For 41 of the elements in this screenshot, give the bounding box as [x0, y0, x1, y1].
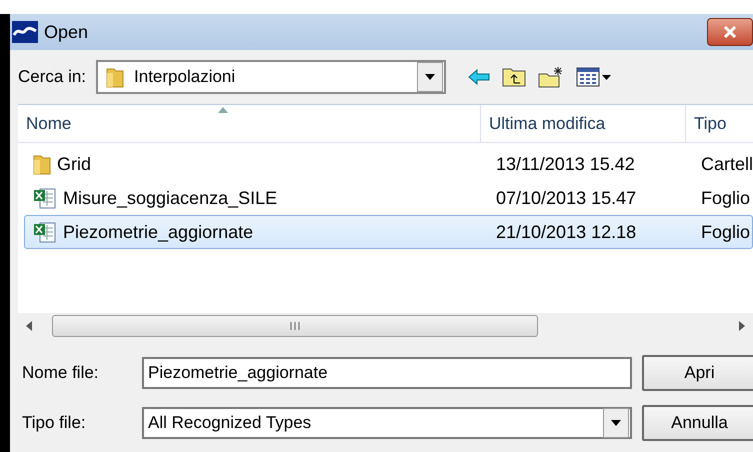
grip-icon [289, 322, 301, 330]
scroll-right-icon[interactable] [739, 321, 745, 331]
close-button[interactable] [707, 18, 753, 46]
file-type: Foglio [701, 222, 750, 242]
file-name-field[interactable]: Piezometrie_aggiornate [142, 357, 632, 389]
file-row[interactable]: Piezometrie_aggiornate 21/10/2013 12.18 Foglio [24, 215, 753, 249]
folder-icon [106, 66, 124, 88]
file-name-label: Nome file: [22, 363, 100, 383]
modified-date: 07/10/2013 15.47 [496, 188, 636, 208]
file-type-label: Tipo file: [22, 413, 87, 433]
window-title: Open [44, 22, 88, 42]
column-header[interactable]: Tipo [685, 105, 753, 142]
column-header[interactable]: Ultima modifica [480, 105, 685, 142]
modified-date: 21/10/2013 12.18 [496, 222, 636, 242]
spreadsheet-icon [33, 220, 57, 244]
cancel-button[interactable]: Annulla [642, 405, 753, 441]
look-in-dropdown[interactable]: Interpolazioni [96, 60, 446, 94]
caret-icon [611, 420, 621, 426]
view-menu-icon[interactable] [576, 67, 612, 87]
file-row[interactable]: Misure_soggiacenza_SILE 07/10/2013 15.47 Foglio [24, 181, 753, 215]
file-name: Grid [57, 154, 92, 174]
caret-icon [425, 74, 436, 80]
new-folder-icon[interactable] [538, 66, 564, 88]
look-in-label: Cerca in: [18, 67, 86, 87]
back-arrow-icon[interactable] [468, 69, 490, 85]
file-type: Foglio [701, 188, 750, 208]
file-name: Misure_soggiacenza_SILE [63, 188, 278, 208]
scroll-left-icon[interactable] [26, 321, 32, 331]
close-icon [723, 26, 737, 38]
column-header[interactable]: Nome [18, 105, 480, 142]
spreadsheet-icon [33, 186, 57, 210]
file-type-dropdown[interactable]: All Recognized Types [142, 407, 632, 439]
file-row[interactable]: Grid 13/11/2013 15.42 Cartell [24, 147, 753, 181]
up-folder-icon[interactable] [502, 67, 526, 87]
scrollbar-thumb[interactable] [52, 315, 538, 337]
app-icon [12, 21, 38, 43]
file-name: Piezometrie_aggiornate [63, 222, 254, 242]
file-type: Cartell [701, 154, 752, 174]
open-button[interactable]: Apri [642, 355, 753, 391]
modified-date: 13/11/2013 15.42 [496, 154, 635, 174]
folder-icon [33, 153, 51, 175]
